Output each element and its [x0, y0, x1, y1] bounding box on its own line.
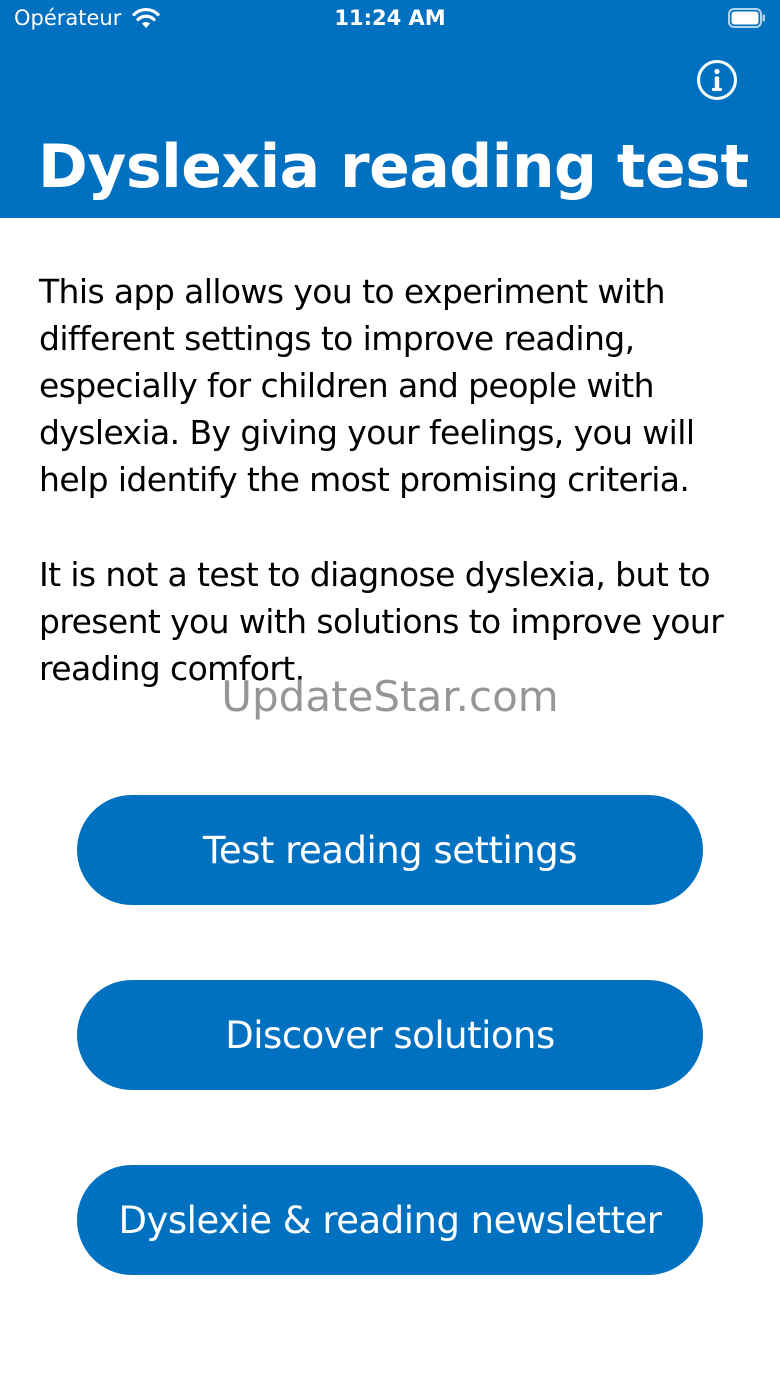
- app-header: Opérateur 11:24 AM Dyslexia reading test: [0, 0, 780, 218]
- battery-icon: [728, 8, 765, 28]
- newsletter-button[interactable]: Dyslexie & reading newsletter: [77, 1165, 703, 1275]
- intro-paragraph: This app allows you to experiment with d…: [39, 272, 695, 499]
- status-bar: Opérateur 11:24 AM: [0, 0, 780, 40]
- disclaimer-paragraph: It is not a test to diagnose dyslexia, b…: [39, 555, 724, 688]
- status-time: 11:24 AM: [334, 6, 446, 30]
- intro-section: This app allows you to experiment with d…: [39, 268, 754, 692]
- test-reading-settings-button[interactable]: Test reading settings: [77, 795, 703, 905]
- page-title: Dyslexia reading test: [38, 132, 749, 202]
- discover-solutions-button[interactable]: Discover solutions: [77, 980, 703, 1090]
- info-icon[interactable]: [696, 59, 738, 101]
